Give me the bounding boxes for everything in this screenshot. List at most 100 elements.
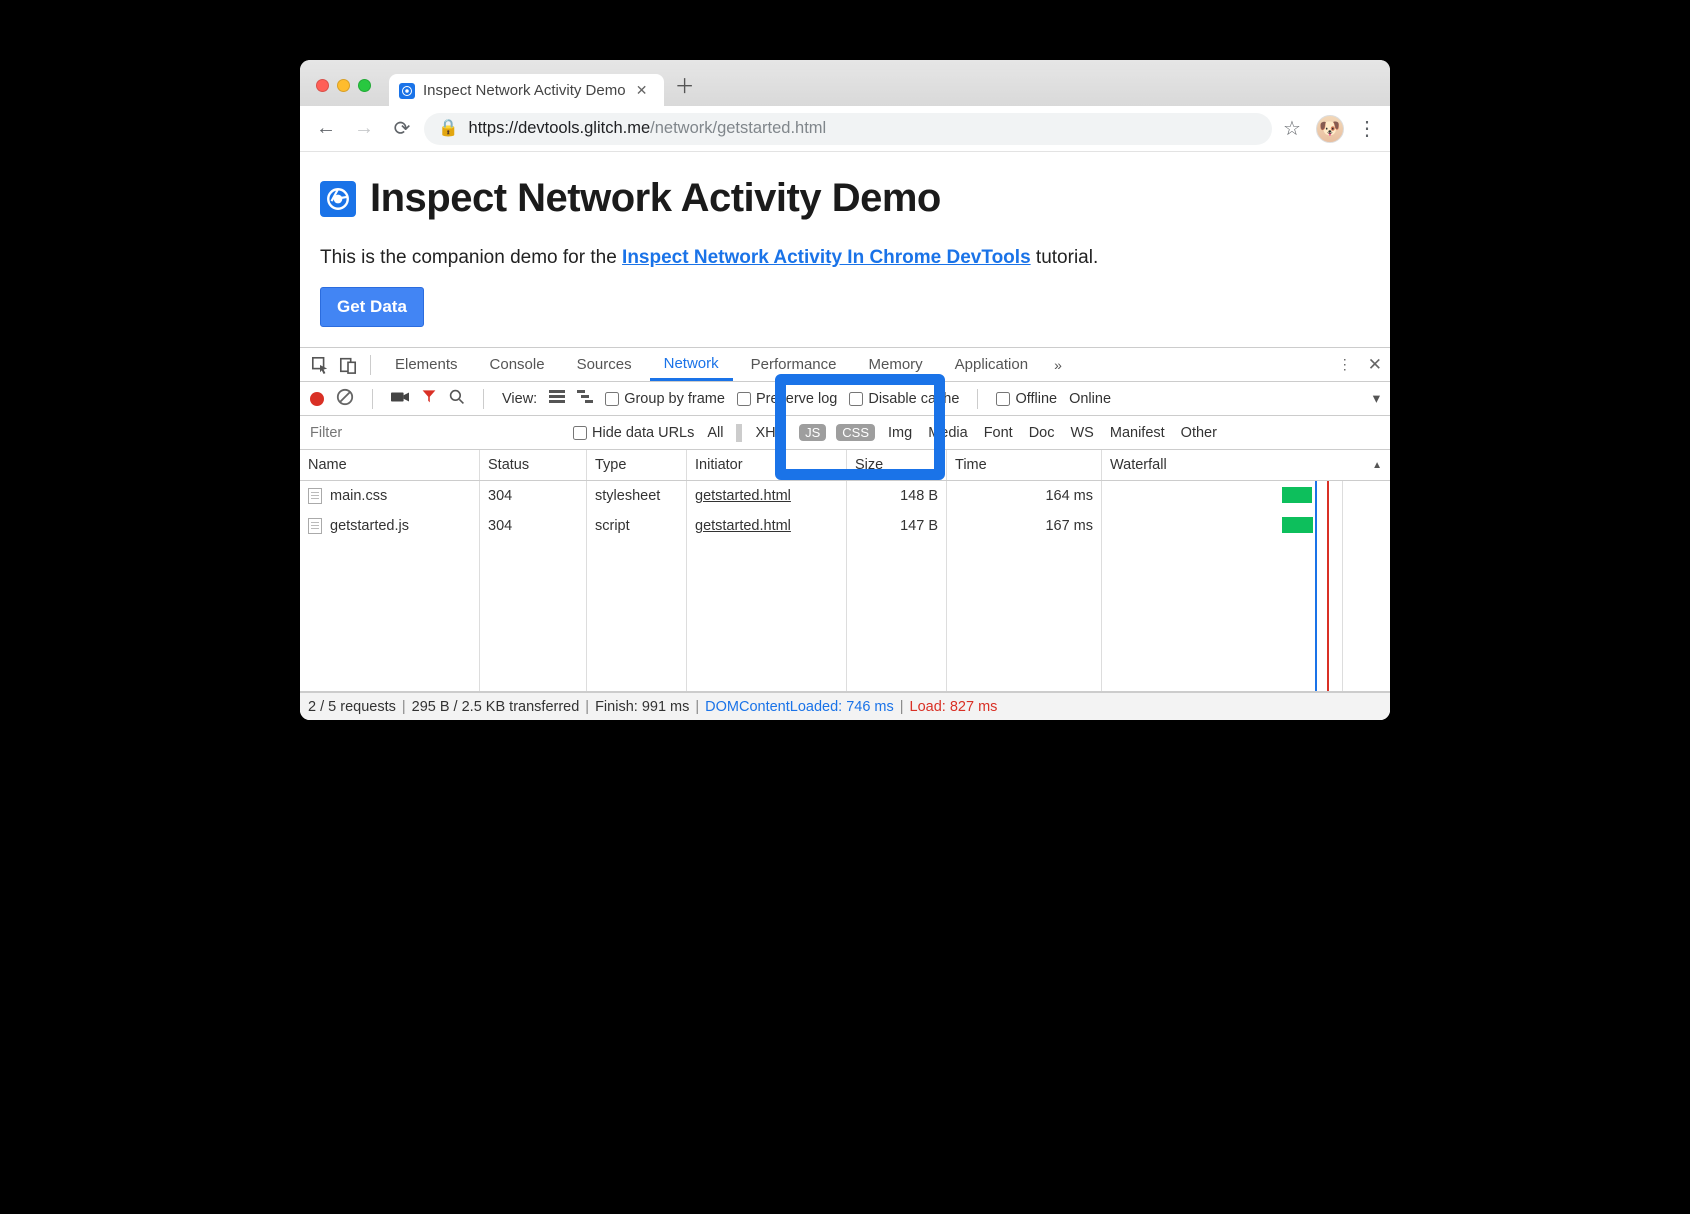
titlebar: Inspect Network Activity Demo ✕ ＋ [300, 60, 1390, 106]
col-name[interactable]: Name [300, 450, 480, 480]
search-icon[interactable] [449, 389, 465, 409]
devtools-panel: Elements Console Sources Network Perform… [300, 347, 1390, 720]
filter-manifest[interactable]: Manifest [1107, 423, 1168, 443]
file-icon [308, 488, 322, 504]
forward-button[interactable]: → [348, 113, 380, 145]
favicon-icon [399, 83, 415, 99]
bookmark-button[interactable]: ☆ [1278, 116, 1306, 141]
status-load: Load: 827 ms [910, 699, 998, 715]
intro-suffix: tutorial. [1031, 247, 1099, 268]
devtools-menu-button[interactable]: ⋮ [1338, 356, 1352, 373]
url-path: /network/getstarted.html [650, 119, 826, 137]
view-label: View: [502, 391, 537, 407]
col-waterfall[interactable]: Waterfall▲ [1102, 450, 1390, 480]
inspect-element-icon[interactable] [308, 353, 332, 377]
more-tabs-button[interactable]: » [1046, 353, 1070, 377]
cell-time: 167 ms [947, 511, 1102, 541]
lock-icon: 🔒 [438, 119, 459, 138]
col-size[interactable]: Size [847, 450, 947, 480]
file-icon [308, 518, 322, 534]
table-row[interactable]: getstarted.js [300, 511, 480, 541]
devtools-tabs: Elements Console Sources Network Perform… [300, 348, 1390, 382]
filter-all[interactable]: All [704, 423, 726, 443]
waterfall-view-icon[interactable] [577, 390, 593, 408]
tutorial-link[interactable]: Inspect Network Activity In Chrome DevTo… [622, 247, 1031, 268]
network-filter-bar: Hide data URLs All XHR JS CSS Img Media … [300, 416, 1390, 450]
filter-font[interactable]: Font [981, 423, 1016, 443]
toolbar-overflow-icon[interactable]: ▾ [1373, 391, 1380, 407]
back-button[interactable]: ← [310, 113, 342, 145]
profile-avatar[interactable]: 🐶 [1316, 115, 1344, 143]
new-tab-button[interactable]: ＋ [672, 71, 698, 97]
status-requests: 2 / 5 requests [308, 699, 396, 715]
tab-elements[interactable]: Elements [381, 350, 472, 379]
status-domcontentloaded: DOMContentLoaded: 746 ms [705, 699, 894, 715]
tab-sources[interactable]: Sources [563, 350, 646, 379]
maximize-window-button[interactable] [358, 79, 371, 92]
col-type[interactable]: Type [587, 450, 687, 480]
status-finish: Finish: 991 ms [595, 699, 689, 715]
table-body: main.css 304 stylesheet getstarted.html … [300, 481, 1390, 691]
filter-ws[interactable]: WS [1068, 423, 1097, 443]
tab-console[interactable]: Console [476, 350, 559, 379]
browser-tab[interactable]: Inspect Network Activity Demo ✕ [389, 74, 664, 107]
cell-initiator[interactable]: getstarted.html [687, 511, 847, 541]
url-input[interactable]: 🔒 https://devtools.glitch.me/network/get… [424, 113, 1272, 145]
cell-time: 164 ms [947, 481, 1102, 511]
tab-performance[interactable]: Performance [737, 350, 851, 379]
network-toolbar: View: Group by frame Preserve log Disabl… [300, 382, 1390, 416]
address-bar: ← → ⟳ 🔒 https://devtools.glitch.me/netwo… [300, 106, 1390, 152]
reload-button[interactable]: ⟳ [386, 113, 418, 145]
cell-initiator[interactable]: getstarted.html [687, 481, 847, 511]
table-row[interactable]: main.css [300, 481, 480, 511]
record-button[interactable] [310, 392, 324, 406]
large-rows-icon[interactable] [549, 390, 565, 408]
minimize-window-button[interactable] [337, 79, 350, 92]
throttling-select[interactable]: Online [1069, 391, 1111, 407]
filter-css[interactable]: CSS [836, 424, 875, 441]
filter-js[interactable]: JS [799, 424, 826, 441]
get-data-button[interactable]: Get Data [320, 287, 424, 327]
url-domain: https://devtools.glitch.me [469, 119, 651, 137]
network-table: Name Status Type Initiator Size Time Wat… [300, 450, 1390, 692]
filter-xhr[interactable]: XHR [752, 423, 789, 443]
page-heading: Inspect Network Activity Demo [370, 176, 941, 221]
cell-status: 304 [480, 511, 587, 541]
device-toolbar-icon[interactable] [336, 353, 360, 377]
filter-other[interactable]: Other [1178, 423, 1220, 443]
offline-checkbox[interactable]: Offline [996, 391, 1057, 407]
close-window-button[interactable] [316, 79, 329, 92]
cell-type: stylesheet [587, 481, 687, 511]
devtools-close-button[interactable]: ✕ [1368, 355, 1382, 375]
cell-type: script [587, 511, 687, 541]
hide-data-urls-checkbox[interactable]: Hide data URLs [573, 425, 694, 441]
tab-memory[interactable]: Memory [855, 350, 937, 379]
screenshot-icon[interactable] [391, 390, 409, 408]
filter-img[interactable]: Img [885, 423, 915, 443]
close-tab-button[interactable]: ✕ [634, 83, 650, 99]
page-title-row: Inspect Network Activity Demo [320, 176, 1370, 221]
filter-input[interactable] [308, 422, 563, 444]
clear-button[interactable] [336, 388, 354, 410]
window-controls [316, 79, 371, 92]
browser-menu-button[interactable]: ⋮ [1354, 116, 1380, 141]
page-content: Inspect Network Activity Demo This is th… [300, 152, 1390, 347]
col-initiator[interactable]: Initiator [687, 450, 847, 480]
filter-media[interactable]: Media [925, 423, 971, 443]
preserve-log-checkbox[interactable]: Preserve log [737, 391, 837, 407]
disable-cache-checkbox[interactable]: Disable cache [849, 391, 959, 407]
cell-size: 147 B [847, 511, 947, 541]
tab-network[interactable]: Network [650, 349, 733, 381]
cell-waterfall [1102, 511, 1390, 541]
cell-waterfall [1102, 481, 1390, 511]
group-by-frame-checkbox[interactable]: Group by frame [605, 391, 725, 407]
filter-toggle-icon[interactable] [421, 388, 437, 409]
tab-application[interactable]: Application [941, 350, 1042, 379]
col-status[interactable]: Status [480, 450, 587, 480]
intro-prefix: This is the companion demo for the [320, 247, 622, 268]
col-time[interactable]: Time [947, 450, 1102, 480]
type-filters: All XHR JS CSS Img Media Font Doc WS Man… [704, 423, 1220, 443]
browser-window: Inspect Network Activity Demo ✕ ＋ ← → ⟳ … [300, 60, 1390, 720]
intro-paragraph: This is the companion demo for the Inspe… [320, 247, 1370, 269]
filter-doc[interactable]: Doc [1026, 423, 1058, 443]
